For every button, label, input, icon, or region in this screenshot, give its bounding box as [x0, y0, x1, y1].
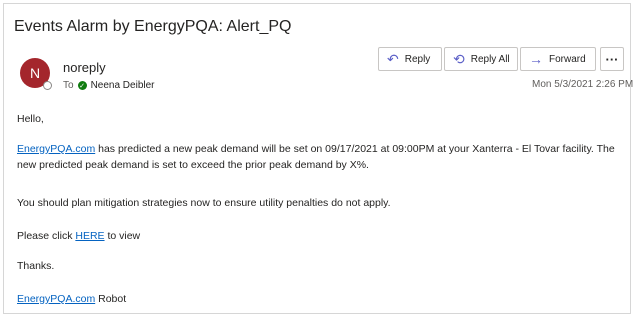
more-options-icon: ···: [605, 51, 619, 67]
click-paragraph: Please click HERE to view: [17, 228, 140, 244]
reply-all-label: Reply All: [470, 53, 510, 65]
alert-paragraph: EnergyPQA.com has predicted a new peak d…: [17, 141, 625, 173]
here-link[interactable]: HERE: [75, 230, 104, 242]
check-circle-icon: ✓: [77, 81, 87, 90]
signature-suffix: Robot: [95, 293, 127, 305]
to-label: To: [63, 80, 74, 91]
signature: EnergyPQA.com Robot: [17, 291, 126, 307]
reply-label: Reply: [404, 53, 431, 65]
reply-all-icon: ⟲: [453, 51, 465, 67]
greeting-text: Hello,: [17, 113, 44, 125]
alert-text: has predicted a new peak demand will be …: [17, 143, 615, 171]
reply-icon: ↶: [387, 51, 399, 67]
sender-name[interactable]: noreply: [63, 60, 106, 75]
email-timestamp: Mon 5/3/2021 2:26 PM: [532, 79, 634, 90]
reply-all-button[interactable]: ⟲ Reply All: [444, 47, 518, 71]
click-suffix: to view: [104, 230, 141, 242]
more-options-button[interactable]: ···: [600, 47, 624, 71]
recipient-name[interactable]: Neena Deibler: [91, 80, 155, 91]
reply-button[interactable]: ↶ Reply: [378, 47, 442, 71]
thanks-text: Thanks.: [17, 260, 55, 272]
presence-status-icon: [43, 81, 52, 90]
forward-button[interactable]: → Forward: [520, 47, 596, 71]
plan-paragraph: You should plan mitigation strategies no…: [17, 197, 391, 209]
recipient-line: To ✓ Neena Deibler: [63, 80, 155, 91]
forward-arrow-icon: →: [529, 51, 543, 67]
energypqa-link[interactable]: EnergyPQA.com: [17, 143, 95, 155]
signature-link[interactable]: EnergyPQA.com: [17, 293, 95, 305]
avatar-initial: N: [29, 65, 41, 81]
email-subject: Events Alarm by EnergyPQA: Alert_PQ: [14, 18, 292, 35]
click-prefix: Please click: [17, 230, 76, 242]
forward-label: Forward: [549, 53, 586, 65]
